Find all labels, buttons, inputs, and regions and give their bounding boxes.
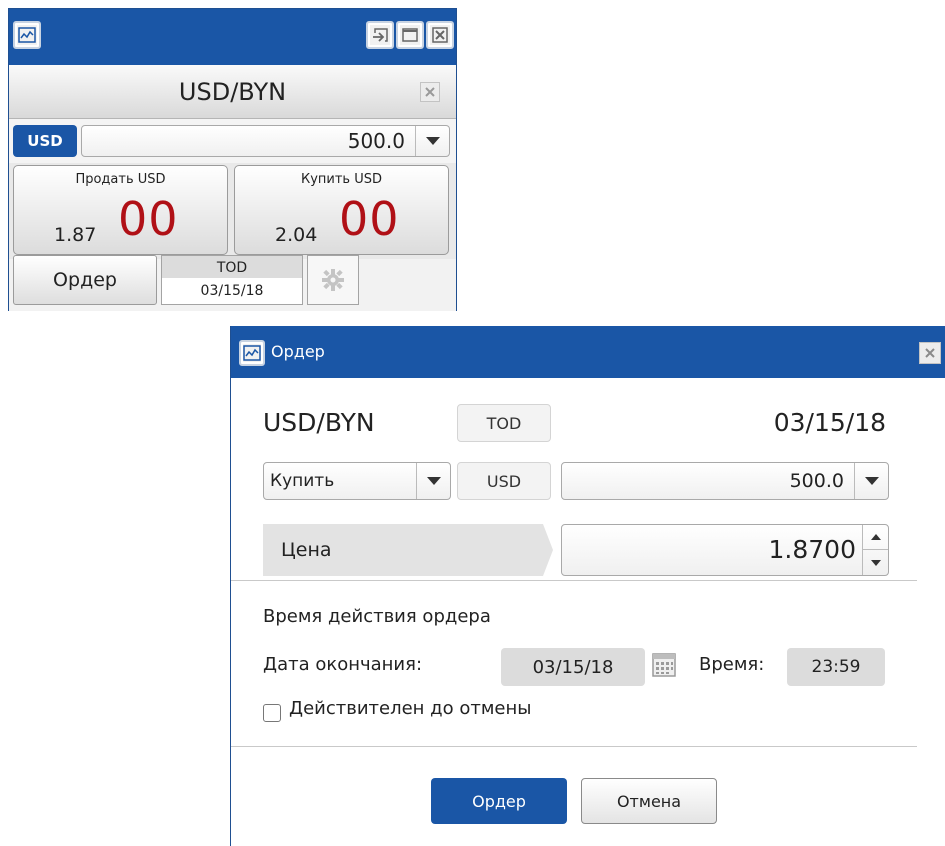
expiry-date-field[interactable]: 03/15/18 xyxy=(501,648,645,686)
ticket-pair-title: USD/BYN xyxy=(178,78,287,106)
dialog-amount-input[interactable]: 500.0 xyxy=(561,462,889,500)
settings-button[interactable] xyxy=(307,255,359,305)
dialog-currency-button[interactable]: USD xyxy=(457,462,551,500)
time-field[interactable]: 23:59 xyxy=(787,648,885,686)
cancel-button[interactable]: Отмена xyxy=(581,778,717,824)
side-select[interactable]: Купить xyxy=(263,462,451,500)
currency-toggle-button[interactable]: USD xyxy=(13,125,77,157)
price-label-arrow: Цена xyxy=(263,524,553,576)
buy-price-big: 00 xyxy=(339,192,400,246)
expiry-date-label: Дата окончания: xyxy=(263,654,423,675)
price-input[interactable]: 1.8700 xyxy=(561,524,889,576)
validity-section-title: Время действия ордера xyxy=(263,606,491,627)
sell-price-big: 00 xyxy=(118,192,179,246)
sell-price-tile[interactable]: Продать USD 1.87 00 xyxy=(13,165,228,255)
dialog-tenor-button[interactable]: TOD xyxy=(457,404,551,442)
order-dialog: Ордер USD/BYN TOD 03/15/18 Купить USD 50… xyxy=(230,326,945,846)
buy-price-small: 2.04 xyxy=(275,224,318,246)
close-icon[interactable] xyxy=(426,21,454,49)
close-icon[interactable] xyxy=(919,342,941,364)
ticket-amount-row: USD 500.0 xyxy=(9,119,456,163)
tenor-label: TOD xyxy=(216,260,248,276)
gtc-label: Действителен до отмены xyxy=(289,698,532,719)
maximize-icon[interactable] xyxy=(396,21,424,49)
buy-price-tile[interactable]: Купить USD 2.04 00 xyxy=(234,165,449,255)
amount-value: 500.0 xyxy=(347,129,405,153)
dialog-title: Ордер xyxy=(271,342,325,361)
detach-icon[interactable] xyxy=(366,21,394,49)
chevron-down-icon[interactable] xyxy=(854,463,888,499)
dialog-value-date: 03/15/18 xyxy=(773,408,886,437)
ticket-titlebar xyxy=(9,9,456,65)
order-button[interactable]: Ордер xyxy=(13,255,157,305)
chevron-down-icon[interactable] xyxy=(416,463,450,499)
close-icon[interactable] xyxy=(420,82,440,102)
sell-price-small: 1.87 xyxy=(54,224,97,246)
price-value: 1.8700 xyxy=(768,535,856,564)
price-label: Цена xyxy=(281,539,332,561)
gear-icon xyxy=(322,269,344,291)
buy-label: Купить USD xyxy=(300,172,382,187)
calendar-icon[interactable] xyxy=(651,651,677,679)
dialog-titlebar: Ордер xyxy=(231,326,945,378)
divider xyxy=(231,746,917,747)
side-value: Купить xyxy=(270,471,335,491)
submit-order-button[interactable]: Ордер xyxy=(431,778,567,824)
chevron-down-icon[interactable] xyxy=(415,126,449,156)
dialog-pair: USD/BYN xyxy=(263,408,375,437)
time-label: Время: xyxy=(699,654,765,675)
chart-icon[interactable] xyxy=(13,21,41,49)
chart-icon xyxy=(239,340,265,366)
price-spinner xyxy=(862,525,888,575)
value-date: 03/15/18 xyxy=(200,283,264,299)
tenor-selector[interactable]: TOD 03/15/18 xyxy=(161,255,303,305)
gtc-checkbox[interactable] xyxy=(263,704,281,722)
divider xyxy=(231,580,917,581)
dialog-amount-value: 500.0 xyxy=(789,470,844,492)
spin-up-icon[interactable] xyxy=(863,525,888,550)
spin-down-icon[interactable] xyxy=(863,550,888,575)
sell-label: Продать USD xyxy=(75,172,166,187)
amount-input[interactable]: 500.0 xyxy=(81,125,450,157)
ticket-pair-bar: USD/BYN xyxy=(9,65,456,119)
fx-ticket-widget: USD/BYN USD 500.0 Продать USD 1.87 00 Ку… xyxy=(8,8,457,311)
